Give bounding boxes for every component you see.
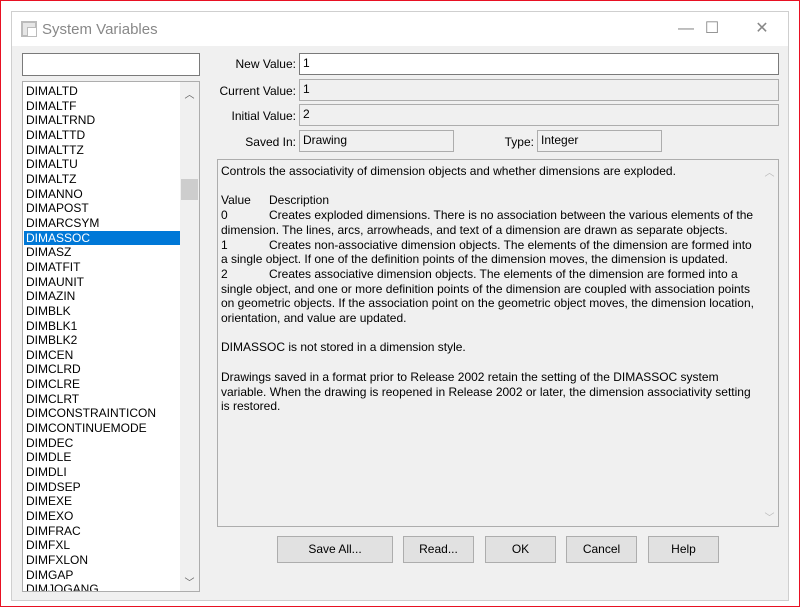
list-item[interactable]: DIMALTZ [24, 172, 180, 187]
description-intro: Controls the associativity of dimension … [221, 164, 676, 178]
maximize-button[interactable]: ☐ [692, 16, 732, 42]
initial-value-label: Initial Value: [231, 109, 296, 123]
list-item[interactable]: DIMDLI [24, 465, 180, 480]
system-variables-dialog: System Variables — ☐ ✕ DIMALTD DIMALTF DIM… [11, 11, 789, 601]
list-item[interactable]: DIMCONSTRAINTICON [24, 406, 180, 421]
description-note-1: DIMASSOC is not stored in a dimension st… [221, 340, 466, 355]
description-scrollbar[interactable]: ︿ ﹀ [761, 160, 778, 526]
scroll-down-icon[interactable]: ﹀ [761, 509, 778, 524]
type-label: Type: [504, 135, 534, 149]
list-item[interactable]: DIMASZ [24, 245, 180, 260]
value-header: Value [221, 193, 251, 208]
list-item[interactable]: DIMALTF [24, 99, 180, 114]
scroll-up-icon[interactable]: ︿ [761, 164, 778, 179]
list-item[interactable]: DIMGAP [24, 568, 180, 583]
saved-in-field: Drawing [299, 130, 454, 152]
scroll-down-icon[interactable]: ﹀ [180, 574, 199, 589]
list-item[interactable]: DIMDSEP [24, 480, 180, 495]
list-item[interactable]: DIMAPOST [24, 201, 180, 216]
list-item[interactable]: DIMAUNIT [24, 275, 180, 290]
list-item[interactable]: DIMJOGANG [24, 582, 180, 591]
list-item[interactable]: DIMFXLON [24, 553, 180, 568]
search-input[interactable] [22, 53, 200, 76]
current-value-label: Current Value: [219, 84, 296, 98]
list-item[interactable]: DIMCLRD [24, 362, 180, 377]
description-header: Description [269, 193, 330, 208]
list-item[interactable]: DIMCLRE [24, 377, 180, 392]
list-item[interactable]: DIMBLK [24, 304, 180, 319]
list-item[interactable]: DIMALTU [24, 157, 180, 172]
description-note-2: Drawings saved in a format prior to Rele… [221, 369, 751, 414]
list-item[interactable]: DIMDLE [24, 450, 180, 465]
description-box[interactable]: Controls the associativity of dimension … [217, 159, 779, 527]
help-button[interactable]: Help [648, 536, 719, 563]
window-title: System Variables [42, 21, 158, 38]
read-button[interactable]: Read... [403, 536, 474, 563]
type-field: Integer [537, 130, 662, 152]
value-row-0: 0 Creates exploded dimensions. There is n… [221, 208, 754, 237]
list-item[interactable]: DIMARCSYM [24, 216, 180, 231]
current-value-field: 1 [299, 79, 779, 101]
list-item[interactable]: DIMANNO [24, 187, 180, 202]
saved-in-label: Saved In: [245, 135, 296, 149]
cancel-button[interactable]: Cancel [566, 536, 637, 563]
list-item[interactable]: DIMALTTZ [24, 143, 180, 158]
new-value-label: New Value: [235, 57, 296, 71]
list-item[interactable]: DIMFXL [24, 538, 180, 553]
list-item[interactable]: DIMALTRND [24, 113, 180, 128]
list-item[interactable]: DIMATFIT [24, 260, 180, 275]
list-item[interactable]: DIMCLRT [24, 392, 180, 407]
close-button[interactable]: ✕ [742, 16, 782, 42]
list-item[interactable]: DIMEXO [24, 509, 180, 524]
list-item[interactable]: DIMALTD [24, 84, 180, 99]
ok-button[interactable]: OK [485, 536, 556, 563]
value-row-2: 2 Creates associative dimension objects. … [221, 266, 754, 326]
description-text: Controls the associativity of dimension … [221, 164, 761, 429]
initial-value-field: 2 [299, 104, 779, 126]
app-icon [21, 21, 37, 37]
variable-items: DIMALTD DIMALTF DIMALTRND DIMALTTD DIMALTTZ D… [24, 84, 180, 591]
list-item[interactable]: DIMAZIN [24, 289, 180, 304]
list-item[interactable]: DIMCONTINUEMODE [24, 421, 180, 436]
list-scrollbar[interactable]: ︿ ﹀ [180, 82, 199, 591]
title-bar: System Variables — ☐ ✕ [12, 12, 788, 46]
list-item[interactable]: DIMBLK2 [24, 333, 180, 348]
list-item[interactable]: DIMDEC [24, 436, 180, 451]
list-item[interactable]: DIMBLK1 [24, 319, 180, 334]
list-item[interactable]: DIMASSOC [24, 230, 180, 246]
list-item[interactable]: DIMEXE [24, 494, 180, 509]
variable-list[interactable]: DIMALTD DIMALTF DIMALTRND DIMALTTD DIMALTTZ D… [22, 81, 200, 592]
new-value-input[interactable]: 1 [299, 53, 779, 75]
value-row-1: 1 Creates non-associative dimension objec… [221, 237, 752, 267]
scroll-thumb[interactable] [181, 179, 198, 200]
list-item[interactable]: DIMALTTD [24, 128, 180, 143]
list-item[interactable]: DIMCEN [24, 348, 180, 363]
save-all-button[interactable]: Save All... [277, 536, 393, 563]
list-item[interactable]: DIMFRAC [24, 524, 180, 539]
